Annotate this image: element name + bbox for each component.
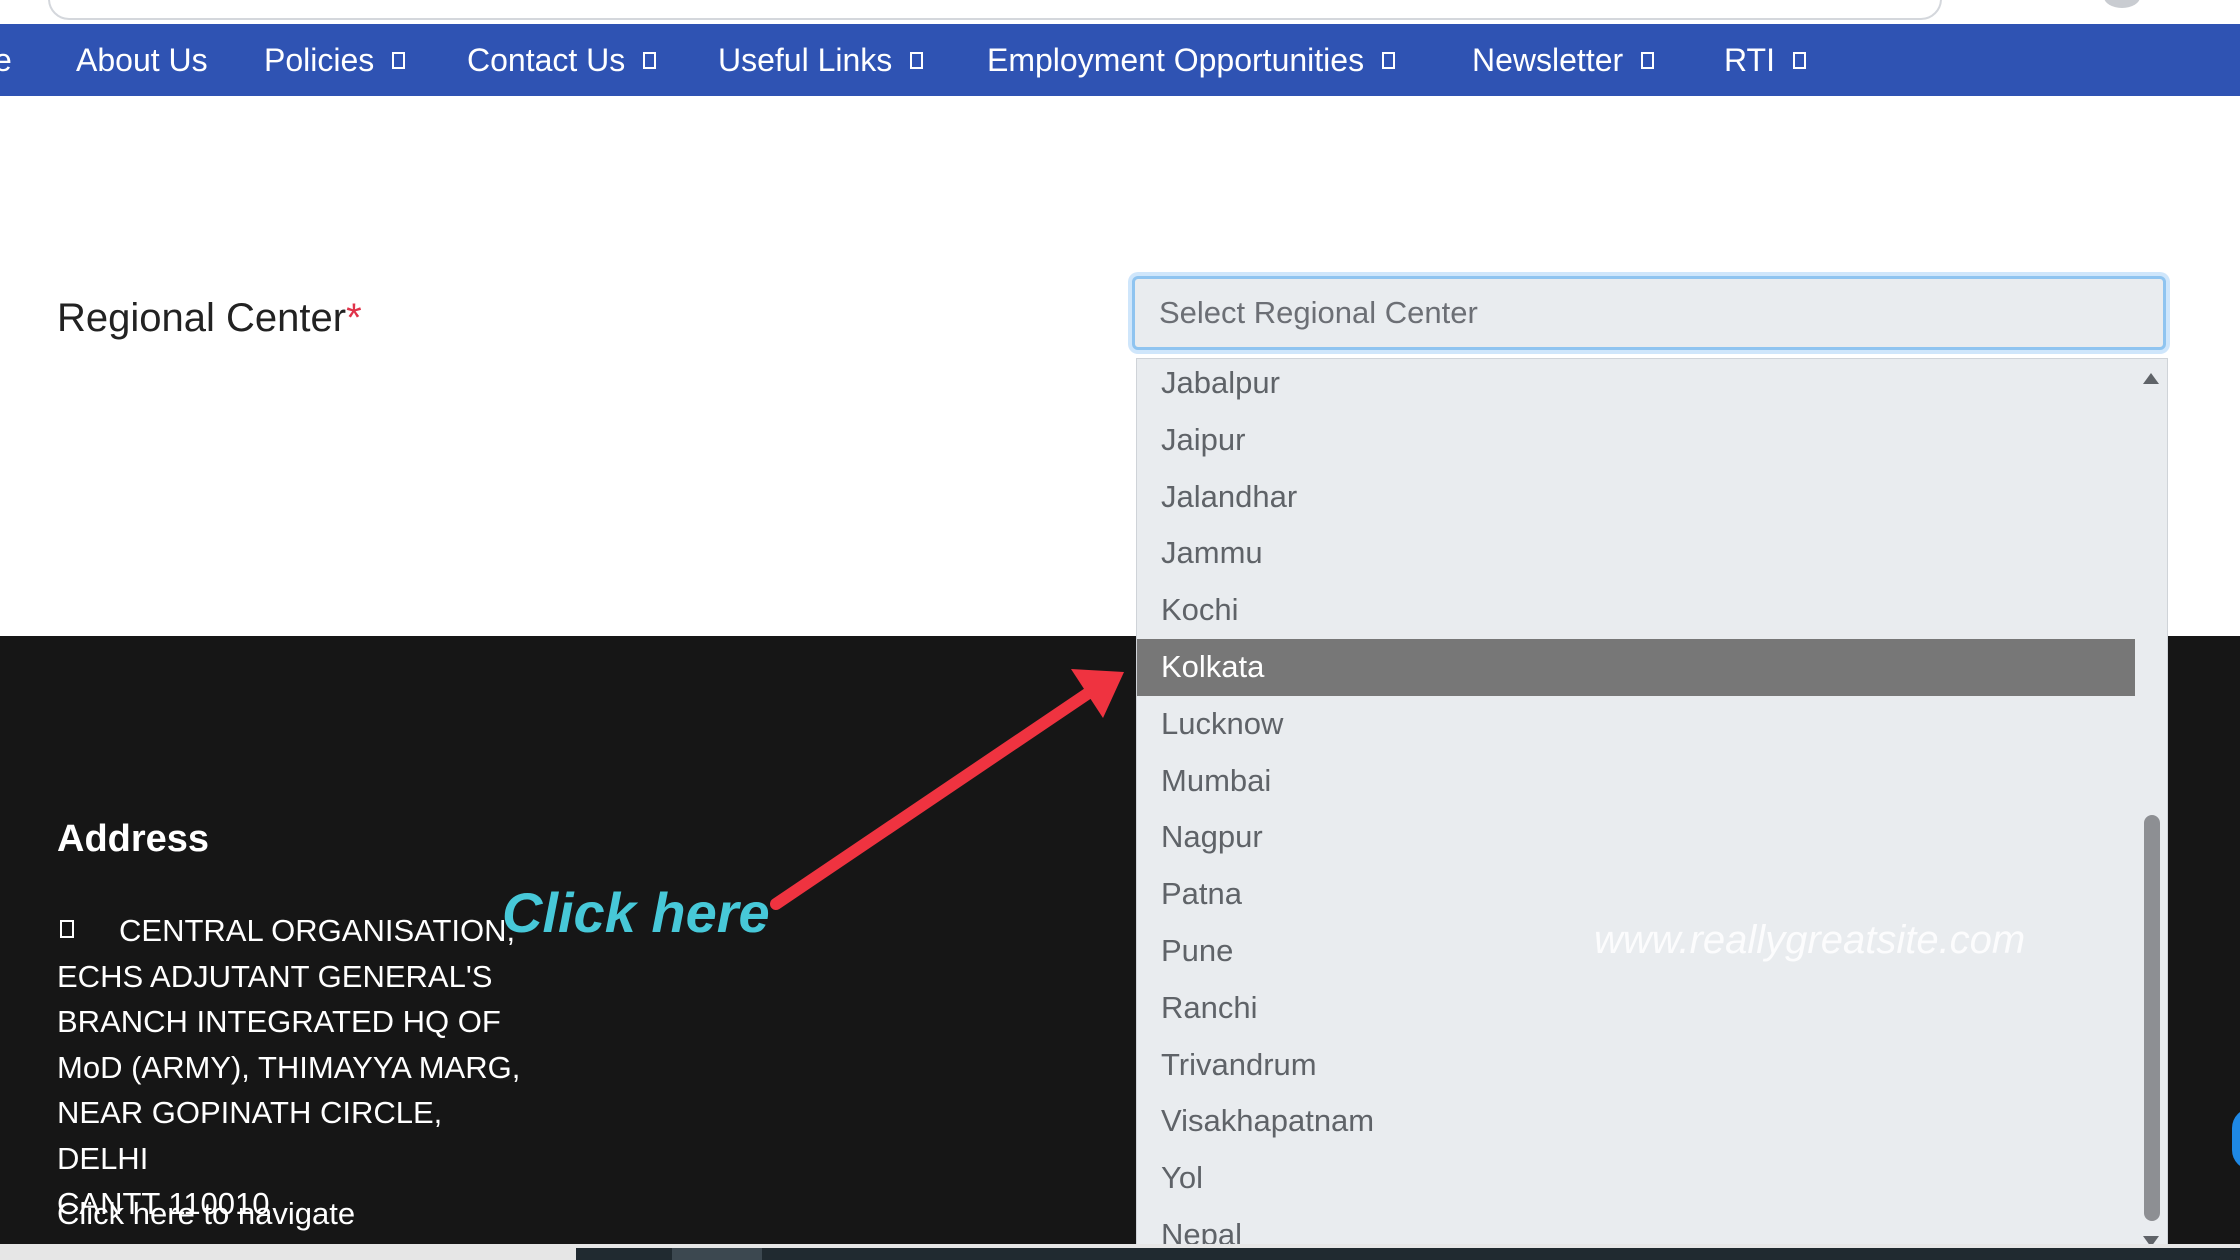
chevron-down-icon — [392, 51, 406, 69]
footer-address-heading: Address — [57, 818, 210, 860]
label-text: Regional Center — [57, 296, 347, 340]
browser-toolbar — [0, 0, 2240, 24]
nav-item-home[interactable]: e — [0, 24, 12, 96]
nav-item-useful-links[interactable]: Useful Links — [718, 24, 924, 96]
watermark-text: www.reallygreatsite.com — [1594, 918, 2026, 962]
chevron-down-icon — [1792, 51, 1806, 69]
nav-item-about-us[interactable]: About Us — [76, 24, 208, 96]
select-placeholder: Select Regional Center — [1159, 295, 1478, 330]
dropdown-option[interactable]: Ranchi — [1137, 980, 2135, 1037]
chevron-down-icon — [1641, 51, 1655, 69]
footer-address-text: CENTRAL ORGANISATION, ECHS ADJUTANT GENE… — [57, 913, 521, 1221]
scrollbar-thumb[interactable] — [2144, 815, 2160, 1221]
dropdown-option[interactable]: Patna — [1137, 866, 2135, 923]
dropdown-option[interactable]: Visakhapatnam — [1137, 1093, 2135, 1150]
regional-center-select[interactable]: Select Regional Center — [1132, 276, 2166, 350]
browser-address-bar[interactable] — [48, 0, 1942, 20]
dropdown-option[interactable]: Jaipur — [1137, 412, 2135, 469]
dropdown-option[interactable]: Kolkata — [1137, 638, 2135, 696]
nav-item-newsletter[interactable]: Newsletter — [1472, 24, 1655, 96]
regional-center-dropdown[interactable]: Jabalpur Jaipur Jalandhar Jammu Kochi Kolkata… — [1136, 358, 2168, 1250]
profile-avatar-icon[interactable] — [2104, 0, 2140, 8]
nav-item-contact-us[interactable]: Contact Us — [467, 24, 657, 96]
chevron-down-icon — [910, 51, 924, 69]
click-here-annotation: Click here — [502, 881, 770, 944]
nav-item-employment-opportunities[interactable]: Employment Opportunities — [987, 24, 1396, 96]
main-navbar: e About Us Policies Contact Us Useful Li… — [0, 24, 2240, 96]
required-asterisk: * — [346, 296, 362, 340]
scroll-up-arrow-icon[interactable] — [2143, 373, 2159, 384]
option-list: Jabalpur Jaipur Jalandhar Jammu Kochi Kolkata… — [1137, 359, 2135, 1249]
dropdown-option[interactable]: Jalandhar — [1137, 469, 2135, 526]
nav-item-policies[interactable]: Policies — [264, 24, 406, 96]
dropdown-option[interactable]: Lucknow — [1137, 696, 2135, 753]
site-footer-edge — [2166, 636, 2240, 1244]
chevron-down-icon — [1382, 51, 1396, 69]
dropdown-option[interactable]: Kochi — [1137, 582, 2135, 639]
chevron-down-icon — [643, 51, 657, 69]
dropdown-option[interactable]: Yol — [1137, 1150, 2135, 1207]
horizontal-scrollbar[interactable] — [576, 1248, 2240, 1260]
dropdown-option[interactable]: Mumbai — [1137, 753, 2135, 810]
dropdown-scrollbar[interactable] — [2137, 359, 2167, 1249]
dropdown-option[interactable]: Trivandrum — [1137, 1037, 2135, 1094]
regional-center-label: Regional Center* — [57, 296, 362, 341]
nav-item-rti[interactable]: RTI — [1724, 24, 1806, 96]
navigate-link[interactable]: Click here to navigate — [57, 1196, 355, 1232]
dropdown-option[interactable]: Jabalpur — [1137, 359, 2135, 412]
horizontal-scrollbar-thumb[interactable] — [672, 1248, 762, 1260]
dropdown-option[interactable]: Nagpur — [1137, 809, 2135, 866]
dropdown-option[interactable]: Jammu — [1137, 525, 2135, 582]
